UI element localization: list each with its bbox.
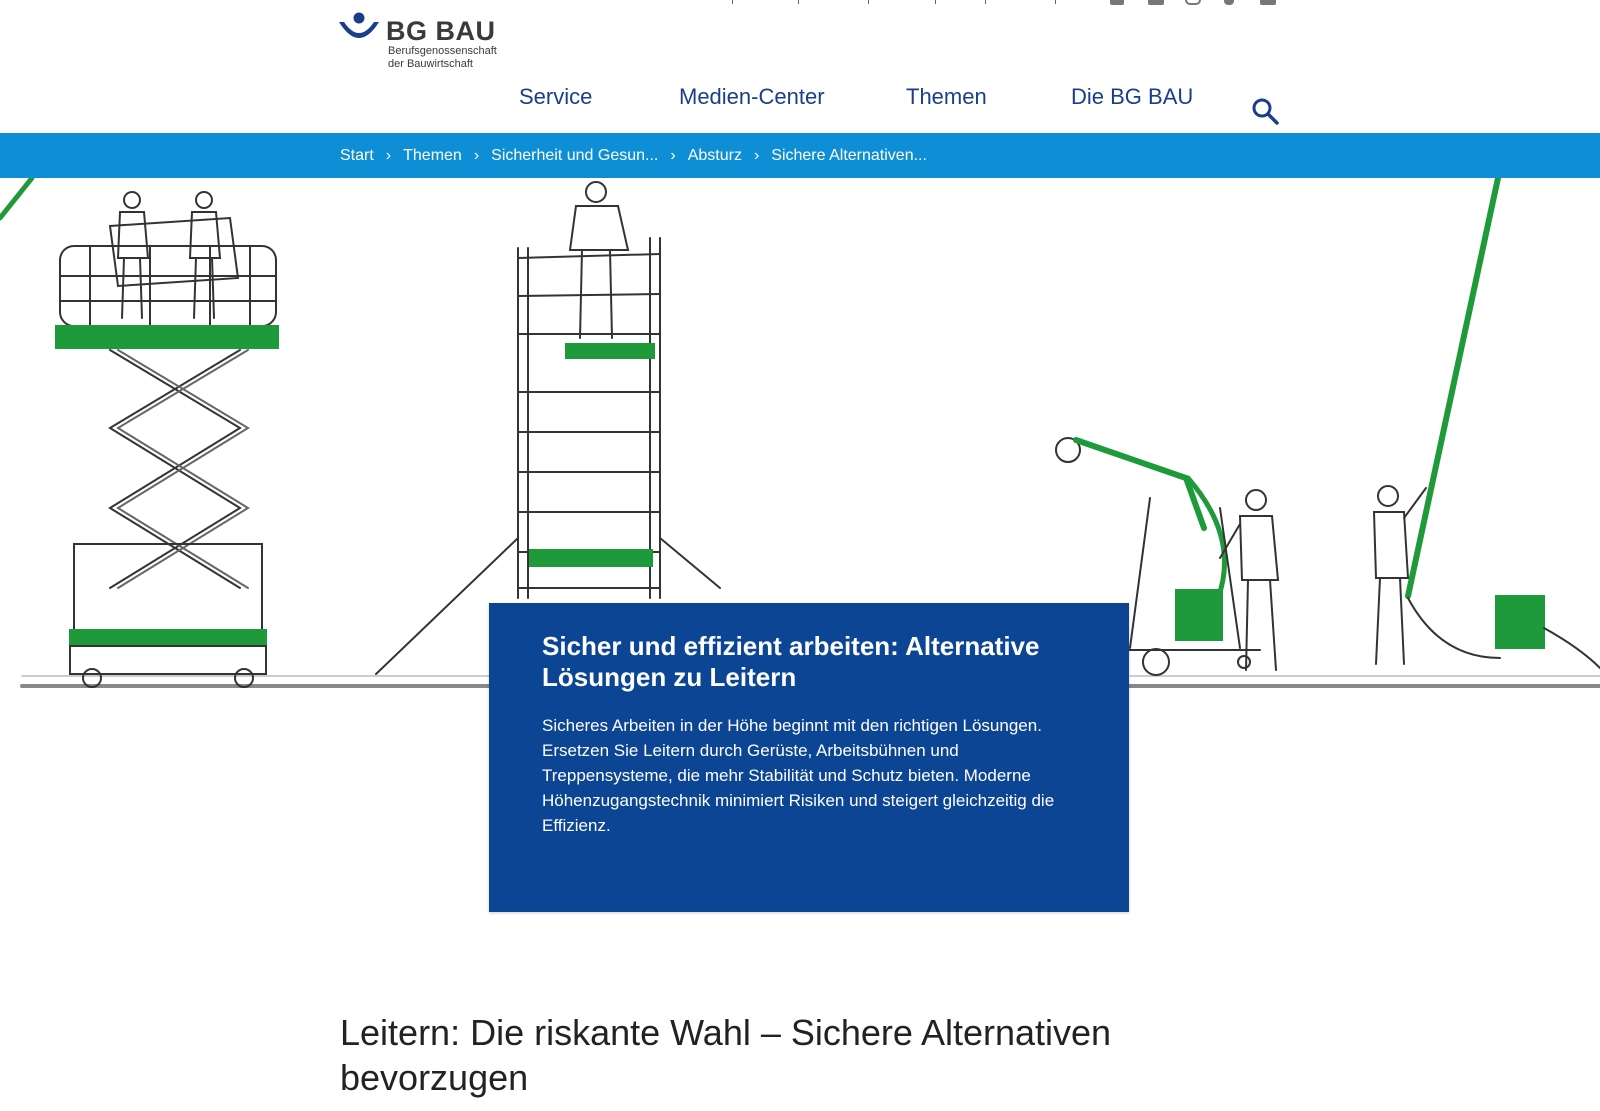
logo-name: BG BAU: [386, 16, 496, 46]
breadcrumb-bar: Start › Themen › Sicherheit und Gesun...…: [0, 133, 1600, 178]
linkedin-icon[interactable]: [1260, 0, 1276, 5]
breadcrumb-absturz[interactable]: Absturz: [688, 147, 742, 165]
bg-bau-logo[interactable]: BG BAU Berufsgenossenschaft der Bauwirts…: [338, 10, 528, 74]
logo-mark-icon: [339, 12, 379, 38]
main-nav: Service Medien-Center Themen Die BG BAU: [0, 84, 1600, 114]
logo-subline: Berufsgenossenschaft der Bauwirtschaft: [388, 45, 528, 71]
green-pole-fragment: [0, 178, 35, 221]
nav-item-service[interactable]: Service: [519, 84, 592, 110]
search-icon[interactable]: [1250, 96, 1280, 126]
breadcrumb-separator: ›: [385, 146, 392, 164]
breadcrumb: Start › Themen › Sicherheit und Gesun...…: [340, 133, 927, 178]
instagram-icon[interactable]: [1185, 0, 1201, 5]
breadcrumb-sicherheit[interactable]: Sicherheit und Gesun...: [491, 147, 658, 165]
breadcrumb-current: Sichere Alternativen...: [771, 146, 927, 164]
nav-item-medien-center[interactable]: Medien-Center: [679, 84, 825, 110]
page-headline: Leitern: Die riskante Wahl – Sichere Alt…: [340, 1012, 1112, 1098]
breadcrumb-separator: ›: [670, 146, 676, 164]
tiktok-icon[interactable]: [1224, 0, 1234, 5]
teaser-card: Sicher und effizient arbeiten: Alternati…: [489, 603, 1129, 912]
teaser-text: Sicheres Arbeiten in der Höhe beginnt mi…: [542, 716, 1055, 835]
logo-subline-2: der Bauwirtschaft: [388, 58, 473, 70]
youtube-icon[interactable]: [1148, 0, 1164, 5]
site-header: BG BAU Berufsgenossenschaft der Bauwirts…: [0, 0, 1600, 133]
nav-item-die-bg-bau[interactable]: Die BG BAU: [1071, 84, 1193, 110]
scaffold-tower-drawing: [375, 181, 721, 675]
pole-worker-drawing: [1372, 178, 1600, 669]
teaser-title: Sicher und effizient arbeiten: Alternati…: [542, 631, 1040, 692]
facebook-icon[interactable]: [1110, 0, 1124, 5]
logo-subline-1: Berufsgenossenschaft: [388, 45, 497, 57]
breadcrumb-separator: ›: [753, 146, 760, 164]
breadcrumb-start[interactable]: Start: [340, 147, 374, 165]
scissor-lift-drawing: [55, 191, 279, 688]
nav-item-themen[interactable]: Themen: [906, 84, 987, 110]
breadcrumb-themen[interactable]: Themen: [403, 147, 462, 165]
breadcrumb-separator: ›: [473, 146, 480, 164]
